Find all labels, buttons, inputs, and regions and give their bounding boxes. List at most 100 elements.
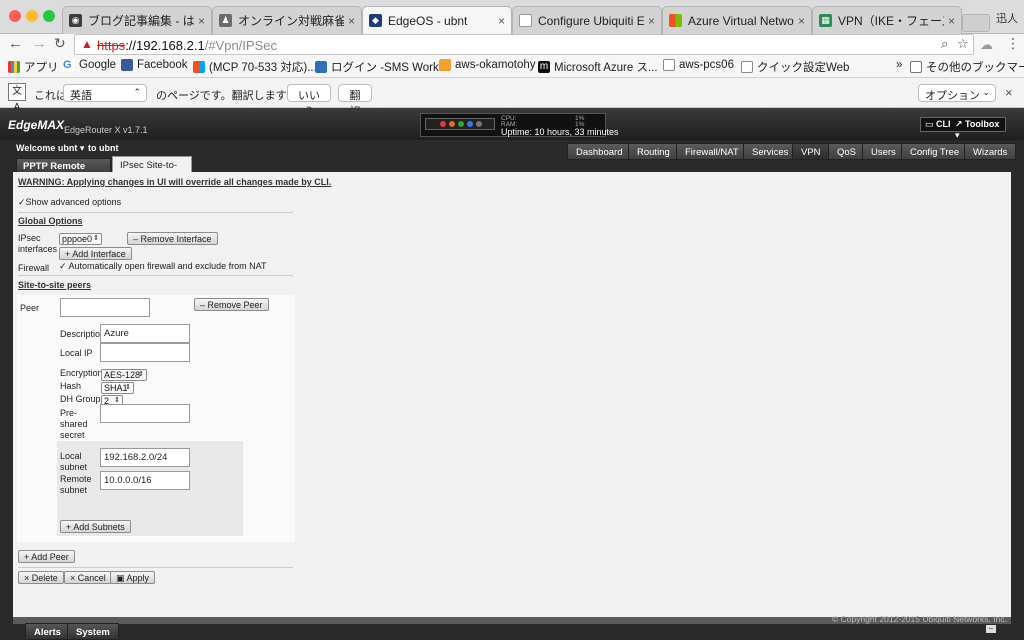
hatena-icon: ◉	[69, 14, 82, 27]
toolbox-button[interactable]: ↗ Toolbox ▾	[955, 119, 1005, 141]
star-icon[interactable]: ☆	[957, 36, 969, 52]
interface-value: pppoe0	[62, 234, 93, 244]
forward-icon[interactable]: →	[32, 35, 47, 52]
other-bookmarks[interactable]: その他のブックマーク	[910, 59, 1024, 75]
add-interface-label: Add Interface	[72, 249, 126, 259]
browser-tab[interactable]: ◉ ブログ記事編集 - はてな ×	[62, 6, 212, 34]
apply-button[interactable]: ▣ Apply	[110, 571, 156, 584]
cli-button[interactable]: ▭ CLI	[925, 119, 951, 130]
reload-icon[interactable]: ↻	[54, 35, 66, 52]
remove-peer-button[interactable]: – Remove Peer	[194, 298, 269, 311]
language-select[interactable]: 英語 ⌃	[63, 84, 147, 102]
local-subnet-input[interactable]	[100, 448, 190, 467]
firewall-label: Firewall	[18, 263, 50, 273]
google-icon: G	[63, 59, 75, 71]
bookmark-aws-okamotohy[interactable]: aws-okamotohy	[439, 59, 536, 71]
nav-wizards[interactable]: Wizards	[964, 143, 1017, 160]
peer-label: Peer	[20, 303, 40, 313]
close-tab-icon[interactable]: ×	[648, 14, 655, 28]
toolbox-label: Toolbox	[965, 119, 1000, 129]
new-tab-button[interactable]	[962, 14, 990, 32]
alerts-tab[interactable]: Alerts	[25, 623, 70, 640]
microsoft-icon	[669, 14, 682, 27]
nav-dashboard[interactable]: Dashboard	[567, 143, 632, 160]
nav-qos[interactable]: QoS	[828, 143, 866, 160]
back-icon[interactable]: ←	[8, 35, 23, 52]
close-tab-icon[interactable]: ×	[948, 14, 955, 28]
browser-tab[interactable]: Configure Ubiquiti Edge ×	[512, 6, 662, 34]
nav-routing[interactable]: Routing	[628, 143, 679, 160]
maximize-window-button[interactable]	[43, 10, 55, 22]
add-interface-button[interactable]: + Add Interface	[59, 247, 132, 260]
bookmark-apps[interactable]: アプリ	[8, 59, 59, 75]
nav-users[interactable]: Users	[862, 143, 905, 160]
bookmark-sms[interactable]: ログイン -SMS Work...	[315, 59, 448, 75]
divider	[18, 212, 293, 213]
translate-icon: 文A	[8, 83, 26, 113]
local-ip-input[interactable]	[100, 343, 190, 362]
port-led	[476, 121, 482, 127]
minimize-icon[interactable]: –	[986, 625, 996, 633]
nav-firewall-nat[interactable]: Firewall/NAT	[676, 143, 748, 160]
bookmark-aws-pcs06[interactable]: aws-pcs06	[663, 59, 734, 71]
encryption-select[interactable]: AES-128 ⇕	[101, 369, 147, 381]
browser-tab-active[interactable]: ◆ EdgeOS - ubnt ×	[362, 6, 512, 34]
close-window-button[interactable]	[9, 10, 21, 22]
remote-subnet-input[interactable]	[100, 471, 190, 490]
bookmark-quick-setup[interactable]: クイック設定Web	[741, 59, 849, 75]
bookmark-label: ログイン -SMS Work...	[331, 62, 449, 74]
add-peer-button[interactable]: + Add Peer	[18, 550, 75, 563]
port-status-strip	[425, 118, 495, 130]
bookmark-label: Microsoft Azure ス...	[554, 62, 658, 74]
grid-icon: ▦	[819, 14, 832, 27]
updown-icon: ⇕	[125, 384, 131, 391]
nav-services[interactable]: Services	[743, 143, 798, 160]
nav-vpn[interactable]: VPN	[792, 143, 830, 160]
updown-icon: ⇕	[93, 235, 99, 242]
edgeos-icon: ◆	[369, 14, 382, 27]
remove-interface-button[interactable]: – Remove Interface	[127, 232, 218, 245]
add-subnets-button[interactable]: + Add Subnets	[60, 520, 131, 533]
close-tab-icon[interactable]: ×	[798, 14, 805, 28]
bookmark-facebook[interactable]: Facebook	[121, 59, 188, 71]
interface-select[interactable]: pppoe0 ⇕	[59, 233, 102, 245]
firewall-option-label: Automatically open firewall and exclude …	[68, 261, 267, 271]
translate-button[interactable]: 翻訳	[338, 84, 372, 118]
search-icon[interactable]: ⌕	[941, 36, 948, 52]
close-tab-icon[interactable]: ×	[198, 14, 205, 28]
cli-label: CLI	[936, 119, 951, 129]
cancel-button[interactable]: × Cancel	[64, 571, 112, 584]
close-icon[interactable]: ×	[1005, 85, 1013, 100]
minimize-window-button[interactable]	[26, 10, 38, 22]
bookmark-azure[interactable]: m Microsoft Azure ス...	[538, 59, 658, 75]
tab-pptp-remote-access[interactable]: PPTP Remote Access	[16, 158, 111, 183]
system-tab[interactable]: System	[67, 623, 119, 640]
extension-icon[interactable]: ☁	[980, 37, 993, 53]
no-button[interactable]: いいえ	[287, 84, 331, 118]
nav-config-tree[interactable]: Config Tree	[901, 143, 969, 160]
menu-icon[interactable]: ⋮	[1006, 35, 1020, 52]
pre-shared-secret-input[interactable]	[100, 404, 190, 423]
delete-button[interactable]: × Delete	[18, 571, 64, 584]
address-bar[interactable]: ▲ https://192.168.2.1/#Vpn/IPSec ⌕ ☆	[74, 34, 974, 55]
browser-tab[interactable]: ♟ オンライン対戦麻雀 天鳳 ×	[212, 6, 362, 34]
options-select[interactable]: オプション ⌄	[918, 84, 996, 102]
bookmark-google[interactable]: G Google	[63, 59, 116, 71]
description-input[interactable]	[100, 324, 190, 343]
peer-input[interactable]	[60, 298, 150, 317]
profile-name[interactable]: 迅人	[996, 10, 1018, 26]
translate-bar: 文A これは 英語⌃ のページです。翻訳しますか？ いいえ 翻訳 オプション⌄ …	[0, 78, 1024, 118]
subnet-section: Local subnet Remote subnet + Add Subnets	[57, 441, 243, 536]
bookmark-mcp[interactable]: (MCP 70-533 対応)...	[193, 59, 317, 75]
bookmarks-overflow[interactable]: »	[896, 59, 902, 71]
welcome-user[interactable]: Welcome ubnt ▾	[16, 143, 84, 154]
hash-select[interactable]: SHA1 ⇕	[101, 382, 134, 394]
close-tab-icon[interactable]: ×	[498, 14, 505, 28]
firewall-checkbox[interactable]: ✓ Automatically open firewall and exclud…	[59, 261, 266, 272]
document-icon	[663, 59, 675, 71]
tab-ipsec-site-to-site[interactable]: IPsec Site-to-Site	[112, 156, 192, 182]
browser-tab[interactable]: Azure Virtual Networks ×	[662, 6, 812, 34]
close-tab-icon[interactable]: ×	[348, 14, 355, 28]
browser-tab[interactable]: ▦ VPN（IKE・フェーズ1・ ×	[812, 6, 962, 34]
show-advanced-checkbox[interactable]: ✓Show advanced options	[18, 197, 121, 208]
